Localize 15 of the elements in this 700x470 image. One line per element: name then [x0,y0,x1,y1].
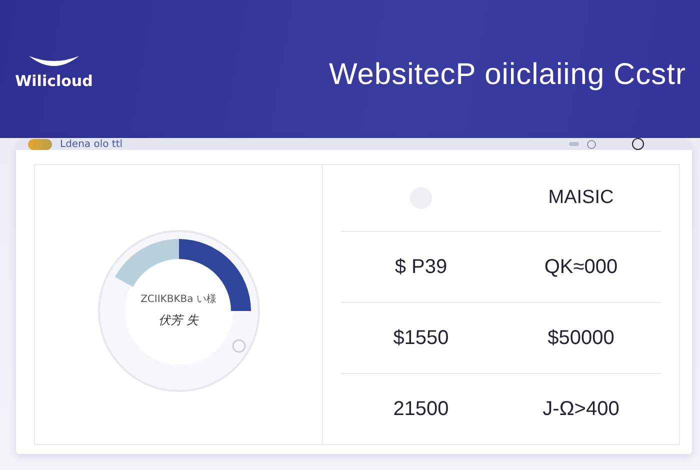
table-cell: 21500 [393,398,449,420]
table-header: MAISIC [548,187,614,209]
page-title: WebsitecP oiiclaiing Ccstr [328,58,686,92]
minimize-icon[interactable] [569,142,579,146]
toggle-icon[interactable] [28,138,52,150]
table-cell: $1550 [393,326,449,350]
toolbar-label: Ldena olo ttl [60,138,123,150]
table-cell: QK≈000 [544,256,618,278]
chart-label: ZCIIKBKBa い様 [140,292,216,306]
table-cell: J-Ω>400 [542,398,620,420]
table-cell: $50000 [548,326,614,350]
chart-value: 伏芳 失 [158,312,198,329]
brand-name: Wilicloud [15,72,93,90]
circle-icon[interactable] [632,138,644,150]
table-cell: $ P39 [394,256,448,278]
